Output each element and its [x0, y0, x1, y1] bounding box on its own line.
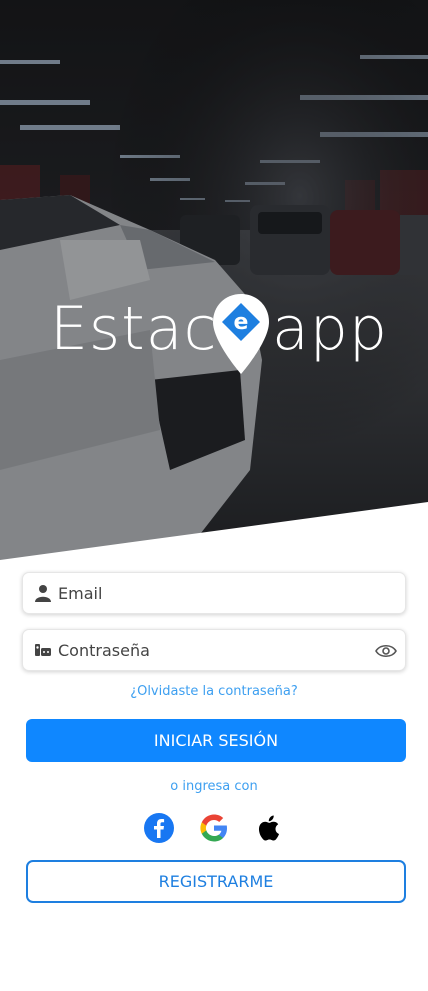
password-placeholder: Contraseña: [58, 641, 150, 660]
password-icon: [35, 644, 51, 656]
password-field[interactable]: Contraseña: [22, 629, 406, 671]
login-button[interactable]: INICIAR SESIÓN: [26, 719, 406, 762]
email-placeholder: Email: [58, 584, 103, 603]
eye-icon[interactable]: [375, 643, 397, 659]
social-login-label: o ingresa con: [170, 779, 258, 794]
user-icon: [35, 585, 51, 602]
hero-image: [0, 0, 428, 560]
forgot-password-link[interactable]: ¿Olvidaste la contraseña?: [0, 684, 428, 699]
facebook-icon[interactable]: [143, 812, 175, 844]
email-field[interactable]: Email: [22, 572, 406, 614]
google-icon[interactable]: [198, 812, 230, 844]
apple-icon[interactable]: [253, 812, 285, 844]
register-button[interactable]: REGISTRARME: [26, 860, 406, 903]
logo-text-right: app: [272, 294, 388, 364]
logo-text-left: Estaci: [50, 294, 236, 364]
location-pin-icon: e: [213, 294, 269, 374]
logo-pin-letter: e: [234, 310, 249, 335]
